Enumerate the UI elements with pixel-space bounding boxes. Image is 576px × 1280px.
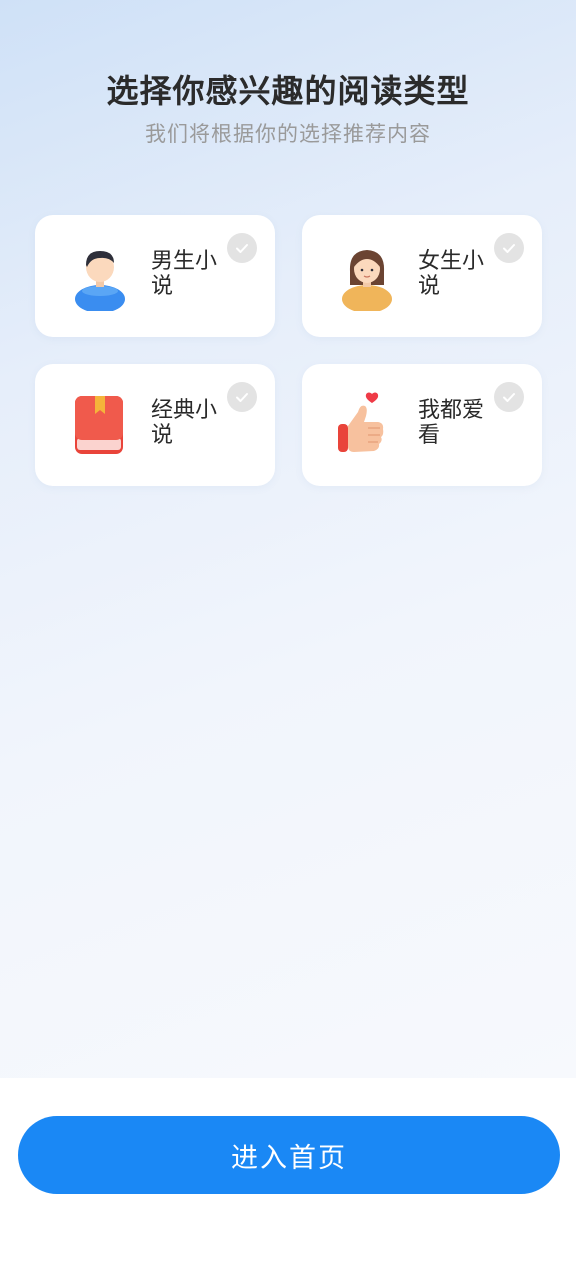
category-card-all[interactable]: 我都爱看 bbox=[302, 364, 542, 486]
category-card-male[interactable]: 男生小说 bbox=[35, 215, 275, 337]
enter-home-button[interactable]: 进入首页 bbox=[18, 1116, 560, 1194]
category-card-female[interactable]: 女生小说 bbox=[302, 215, 542, 337]
checkmark-icon[interactable] bbox=[494, 233, 524, 263]
girl-avatar-icon bbox=[332, 241, 402, 313]
category-card-classic[interactable]: 经典小说 bbox=[35, 364, 275, 486]
page-subtitle: 我们将根据你的选择推荐内容 bbox=[145, 122, 431, 146]
category-label: 男生小说 bbox=[151, 249, 218, 299]
category-label: 女生小说 bbox=[418, 249, 485, 299]
boy-avatar-icon bbox=[65, 241, 135, 313]
category-label: 我都爱看 bbox=[418, 398, 485, 448]
checkmark-icon[interactable] bbox=[494, 382, 524, 412]
page-title: 选择你感兴趣的阅读类型 bbox=[106, 72, 470, 110]
checkmark-icon[interactable] bbox=[227, 382, 257, 412]
category-label: 经典小说 bbox=[151, 398, 218, 448]
checkmark-icon[interactable] bbox=[227, 233, 257, 263]
red-book-icon bbox=[65, 390, 135, 460]
background-gradient bbox=[0, 0, 576, 1078]
thumbs-up-heart-icon bbox=[332, 390, 402, 460]
